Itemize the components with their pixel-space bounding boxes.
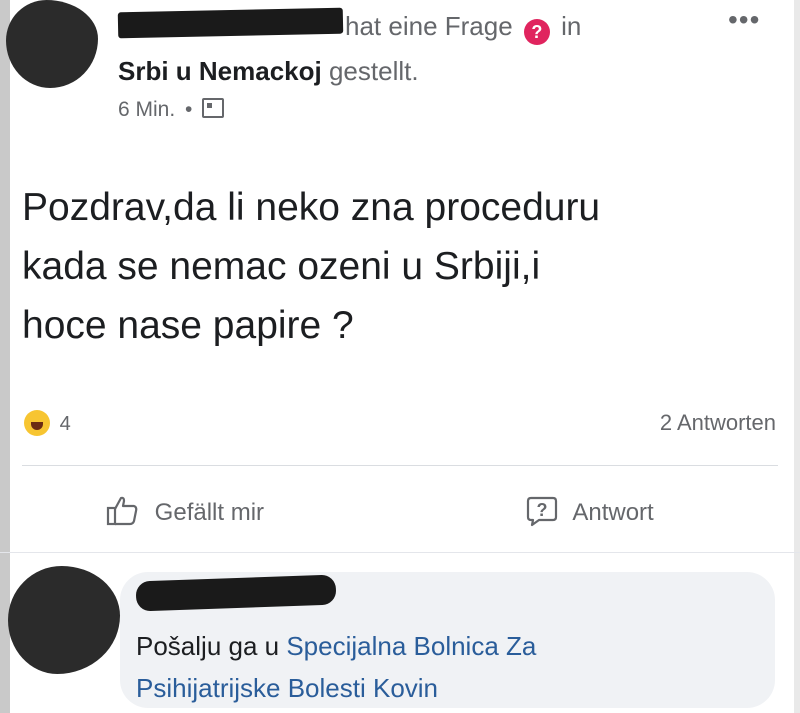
reaction-count: 4 bbox=[59, 413, 71, 435]
more-options-icon[interactable]: ••• bbox=[728, 4, 760, 36]
post-header-line1: hat eine Frage ? in bbox=[345, 10, 581, 45]
author-name-redacted[interactable] bbox=[117, 7, 344, 39]
group-name-link[interactable]: Srbi u Nemackoj bbox=[118, 56, 322, 86]
answer-button[interactable]: ? Antwort bbox=[525, 495, 654, 527]
comment-text: Pošalju ga u Specijalna Bolnica Za Psihi… bbox=[136, 625, 756, 709]
group-audience-icon bbox=[202, 98, 225, 118]
hospital-page-link[interactable]: Specijalna Bolnica Za bbox=[286, 631, 536, 661]
facebook-post-screenshot: hat eine Frage ? in Srbi u Nemackoj gest… bbox=[0, 0, 800, 713]
reactions-summary[interactable]: 4 bbox=[24, 410, 71, 436]
like-button[interactable]: Gefällt mir bbox=[106, 495, 264, 527]
like-label: Gefällt mir bbox=[154, 499, 265, 526]
thumbs-up-icon bbox=[106, 496, 155, 526]
post-text-line: kada se nemac ozeni u Srbiji,i bbox=[22, 245, 541, 288]
post-meta: 6 Min. • bbox=[118, 98, 225, 122]
right-edge-bar bbox=[794, 0, 800, 713]
in-text: in bbox=[561, 11, 582, 41]
svg-text:?: ? bbox=[537, 500, 548, 520]
post-text-line: Pozdrav,da li neko zna proceduru bbox=[22, 186, 601, 229]
author-avatar-redacted[interactable] bbox=[6, 0, 98, 88]
commenter-avatar-redacted[interactable] bbox=[8, 566, 120, 674]
answers-count-link[interactable]: 2 Antworten bbox=[660, 410, 776, 436]
question-bubble-icon: ? bbox=[525, 496, 572, 527]
divider bbox=[0, 552, 800, 553]
post-text-line: hoce nase papire ? bbox=[22, 304, 354, 347]
hospital-page-link[interactable]: Psihijatrijske Bolesti Kovin bbox=[136, 673, 438, 703]
question-badge-icon: ? bbox=[523, 19, 550, 45]
answer-label: Antwort bbox=[572, 499, 654, 526]
post-body: Pozdrav,da li neko zna proceduru kada se… bbox=[22, 178, 782, 355]
asked-text: hat eine Frage bbox=[345, 11, 513, 41]
meta-separator: • bbox=[185, 98, 193, 121]
comment-text-prefix: Pošalju ga u bbox=[136, 631, 287, 661]
divider bbox=[22, 465, 778, 466]
post-timestamp[interactable]: 6 Min. bbox=[118, 98, 175, 121]
haha-emoji-icon bbox=[24, 410, 50, 436]
post-header-line2: Srbi u Nemackoj gestellt. bbox=[118, 55, 419, 87]
posted-text: gestellt. bbox=[328, 56, 419, 86]
left-edge-bar bbox=[0, 0, 10, 713]
